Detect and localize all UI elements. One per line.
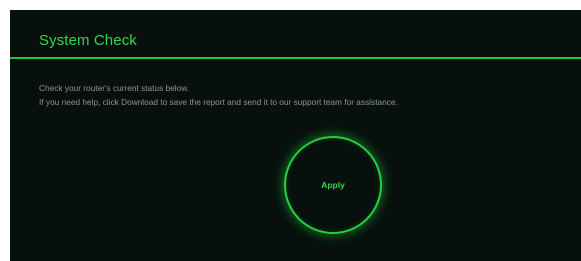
title-divider (10, 57, 581, 59)
system-check-panel: System Check Check your router's current… (10, 10, 581, 261)
page-title: System Check (39, 32, 137, 49)
apply-button[interactable]: Apply (284, 136, 382, 234)
apply-button-label: Apply (321, 180, 345, 190)
description-line-2: If you need help, click Download to save… (39, 97, 398, 107)
description-line-1: Check your router's current status below… (39, 83, 190, 93)
